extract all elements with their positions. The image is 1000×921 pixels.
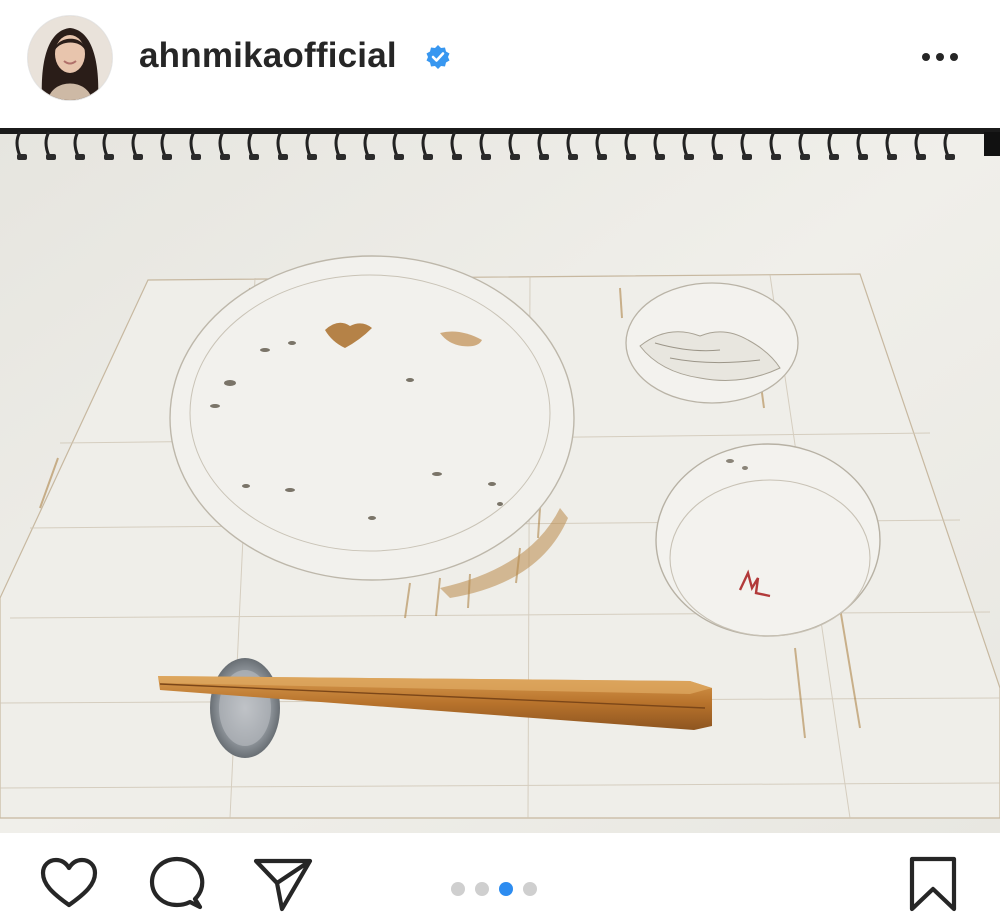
carousel-dot [451, 882, 465, 896]
more-options-icon[interactable] [917, 42, 963, 72]
post-photo[interactable] [0, 128, 1000, 833]
avatar[interactable] [27, 15, 113, 101]
watercolor-sketch-image [0, 128, 1000, 833]
heart-icon[interactable] [38, 853, 100, 915]
username[interactable]: ahnmikaofficial [139, 36, 397, 76]
comment-icon[interactable] [146, 853, 208, 915]
avatar-image [28, 16, 112, 100]
paper-plane-icon[interactable] [252, 853, 314, 915]
carousel-dot-active [499, 882, 513, 896]
verified-badge-icon [426, 45, 450, 69]
post-header: ahnmikaofficial [0, 0, 1000, 115]
post-actions-bar [0, 833, 1000, 921]
bookmark-icon[interactable] [902, 853, 964, 915]
carousel-dot [475, 882, 489, 896]
carousel-indicator [451, 882, 537, 898]
carousel-dot [523, 882, 537, 896]
